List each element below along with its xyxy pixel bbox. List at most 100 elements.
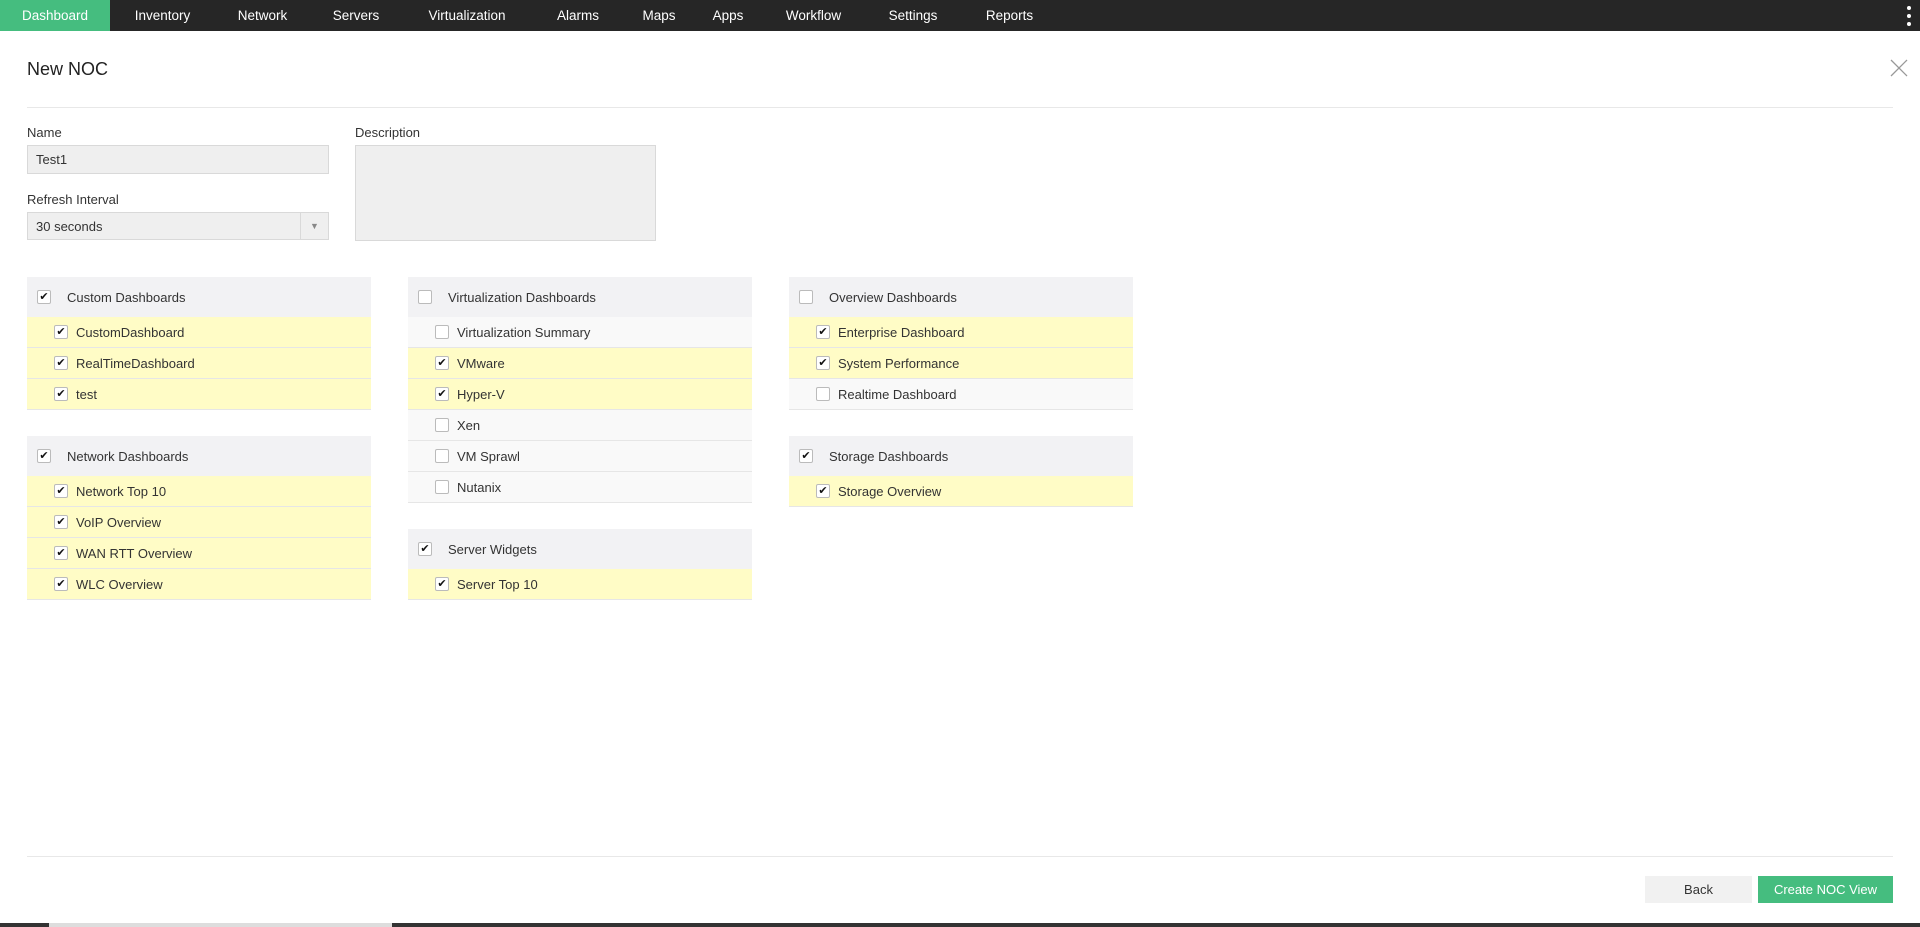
dashboard-option[interactable]: ✔ RealTimeDashboard bbox=[27, 348, 371, 379]
option-checkbox[interactable]: ✔ bbox=[54, 325, 68, 339]
name-label: Name bbox=[27, 125, 62, 140]
option-checkbox[interactable] bbox=[435, 449, 449, 463]
create-noc-view-button[interactable]: Create NOC View bbox=[1758, 876, 1893, 903]
horizontal-scrollbar-thumb[interactable] bbox=[49, 923, 392, 927]
option-checkbox[interactable]: ✔ bbox=[435, 387, 449, 401]
dashboard-option[interactable]: Realtime Dashboard bbox=[789, 379, 1133, 410]
divider bbox=[27, 107, 1893, 108]
group-checkbox[interactable] bbox=[799, 290, 813, 304]
option-label: Network Top 10 bbox=[76, 483, 167, 499]
dashboard-option[interactable]: ✔ Storage Overview bbox=[789, 476, 1133, 507]
group-checkbox[interactable]: ✔ bbox=[37, 449, 51, 463]
group-title: Storage Dashboards bbox=[829, 448, 949, 464]
option-label: WAN RTT Overview bbox=[76, 545, 193, 561]
option-label: VoIP Overview bbox=[76, 514, 162, 530]
option-label: CustomDashboard bbox=[76, 324, 185, 340]
option-checkbox[interactable]: ✔ bbox=[54, 515, 68, 529]
option-checkbox[interactable]: ✔ bbox=[816, 484, 830, 498]
option-checkbox[interactable]: ✔ bbox=[54, 387, 68, 401]
dashboard-option[interactable]: ✔ WLC Overview bbox=[27, 569, 371, 600]
dashboard-option[interactable]: ✔ test bbox=[27, 379, 371, 410]
option-checkbox[interactable]: ✔ bbox=[435, 356, 449, 370]
dashboard-option[interactable]: ✔ Enterprise Dashboard bbox=[789, 317, 1133, 348]
nav-tab-virtualization[interactable]: Virtualization bbox=[402, 0, 532, 31]
group-header[interactable]: ✔ Server Widgets bbox=[408, 529, 752, 569]
group-virtualization-dashboards: Virtualization Dashboards Virtualization … bbox=[408, 277, 752, 503]
group-title: Virtualization Dashboards bbox=[448, 289, 596, 305]
dashboard-option[interactable]: ✔ Server Top 10 bbox=[408, 569, 752, 600]
group-header[interactable]: ✔ Storage Dashboards bbox=[789, 436, 1133, 476]
chevron-down-icon[interactable]: ▼ bbox=[300, 213, 328, 239]
page-title: New NOC bbox=[27, 59, 109, 79]
option-checkbox[interactable] bbox=[435, 418, 449, 432]
option-checkbox[interactable]: ✔ bbox=[435, 577, 449, 591]
description-textarea[interactable] bbox=[355, 145, 656, 241]
option-checkbox[interactable]: ✔ bbox=[54, 546, 68, 560]
nav-tab-reports[interactable]: Reports bbox=[961, 0, 1058, 31]
group-title: Network Dashboards bbox=[67, 448, 189, 464]
dashboard-option[interactable]: ✔ VoIP Overview bbox=[27, 507, 371, 538]
group-title: Custom Dashboards bbox=[67, 289, 186, 305]
group-title: Overview Dashboards bbox=[829, 289, 957, 305]
nav-tab-workflow[interactable]: Workflow bbox=[762, 0, 865, 31]
group-header[interactable]: Virtualization Dashboards bbox=[408, 277, 752, 317]
option-checkbox[interactable]: ✔ bbox=[54, 356, 68, 370]
more-menu-icon[interactable] bbox=[1906, 6, 1912, 26]
option-checkbox[interactable]: ✔ bbox=[816, 325, 830, 339]
option-label: test bbox=[76, 386, 97, 402]
group-title: Server Widgets bbox=[448, 541, 537, 557]
dashboard-option[interactable]: ✔ VMware bbox=[408, 348, 752, 379]
dashboard-option[interactable]: Nutanix bbox=[408, 472, 752, 503]
option-label: RealTimeDashboard bbox=[76, 355, 195, 371]
option-checkbox[interactable]: ✔ bbox=[54, 577, 68, 591]
nav-tab-alarms[interactable]: Alarms bbox=[532, 0, 624, 31]
option-label: Storage Overview bbox=[838, 483, 942, 499]
nav-tab-inventory[interactable]: Inventory bbox=[110, 0, 215, 31]
dashboard-option[interactable]: VM Sprawl bbox=[408, 441, 752, 472]
dashboard-option[interactable]: ✔ System Performance bbox=[789, 348, 1133, 379]
close-icon[interactable] bbox=[1889, 58, 1909, 78]
nav-tab-maps[interactable]: Maps bbox=[624, 0, 694, 31]
option-checkbox[interactable] bbox=[435, 325, 449, 339]
footer-divider bbox=[27, 856, 1893, 857]
refresh-interval-select[interactable]: 30 seconds ▼ bbox=[27, 212, 329, 240]
option-label: Enterprise Dashboard bbox=[838, 324, 965, 340]
group-checkbox[interactable]: ✔ bbox=[799, 449, 813, 463]
nav-tab-settings[interactable]: Settings bbox=[865, 0, 961, 31]
dashboard-option[interactable]: ✔ Hyper-V bbox=[408, 379, 752, 410]
group-header[interactable]: ✔ Custom Dashboards bbox=[27, 277, 371, 317]
option-checkbox[interactable]: ✔ bbox=[54, 484, 68, 498]
nav-tab-servers[interactable]: Servers bbox=[310, 0, 402, 31]
group-header[interactable]: Overview Dashboards bbox=[789, 277, 1133, 317]
dashboard-option[interactable]: ✔ Network Top 10 bbox=[27, 476, 371, 507]
option-label: Hyper-V bbox=[457, 386, 505, 402]
dashboard-option[interactable]: Virtualization Summary bbox=[408, 317, 752, 348]
option-label: Nutanix bbox=[457, 479, 502, 495]
group-checkbox[interactable]: ✔ bbox=[37, 290, 51, 304]
top-nav: Dashboard Inventory Network Servers Virtuali… bbox=[0, 0, 1920, 31]
option-label: System Performance bbox=[838, 355, 960, 371]
option-checkbox[interactable] bbox=[816, 387, 830, 401]
option-label: Xen bbox=[457, 417, 481, 433]
nav-tab-network[interactable]: Network bbox=[215, 0, 310, 31]
group-header[interactable]: ✔ Network Dashboards bbox=[27, 436, 371, 476]
dashboard-option[interactable]: ✔ CustomDashboard bbox=[27, 317, 371, 348]
group-checkbox[interactable] bbox=[418, 290, 432, 304]
group-network-dashboards: ✔ Network Dashboards ✔ Network Top 10 ✔ VoIP … bbox=[27, 436, 371, 600]
option-label: VM Sprawl bbox=[457, 448, 520, 464]
group-checkbox[interactable]: ✔ bbox=[418, 542, 432, 556]
option-label: Server Top 10 bbox=[457, 576, 538, 592]
dashboard-option[interactable]: ✔ WAN RTT Overview bbox=[27, 538, 371, 569]
name-value: Test1 bbox=[36, 152, 68, 167]
back-button[interactable]: Back bbox=[1645, 876, 1752, 903]
refresh-interval-label: Refresh Interval bbox=[27, 192, 119, 207]
option-checkbox[interactable] bbox=[435, 480, 449, 494]
name-input[interactable]: Test1 bbox=[27, 145, 329, 174]
description-label: Description bbox=[355, 125, 421, 140]
group-custom-dashboards: ✔ Custom Dashboards ✔ CustomDashboard ✔ RealT… bbox=[27, 277, 371, 410]
dashboard-option[interactable]: Xen bbox=[408, 410, 752, 441]
nav-tab-apps[interactable]: Apps bbox=[694, 0, 762, 31]
nav-tab-dashboard[interactable]: Dashboard bbox=[0, 0, 110, 31]
refresh-interval-value: 30 seconds bbox=[36, 218, 103, 234]
option-checkbox[interactable]: ✔ bbox=[816, 356, 830, 370]
